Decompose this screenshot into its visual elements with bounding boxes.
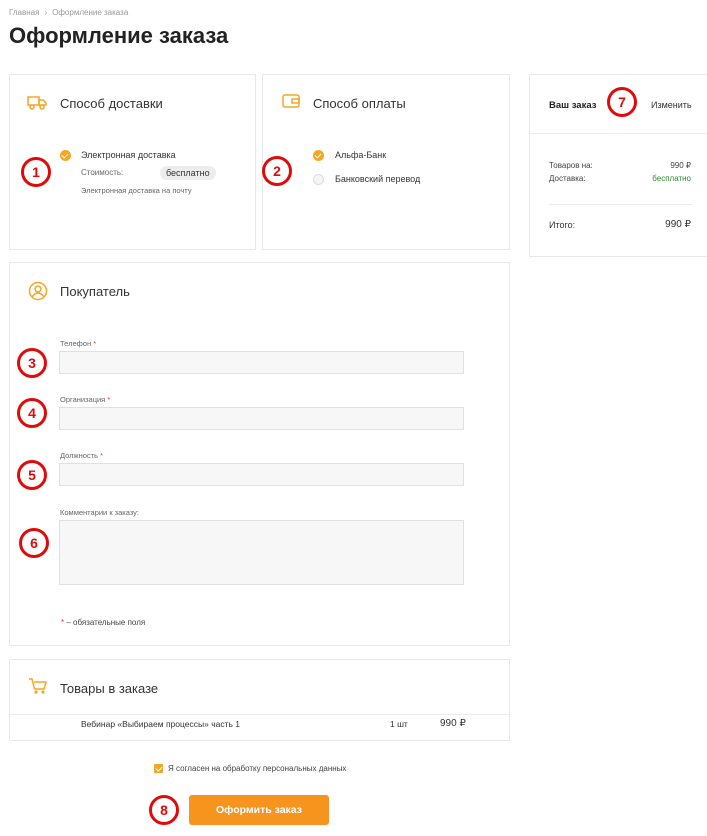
comment-label: Комментарии к заказу: <box>60 508 140 517</box>
position-input[interactable] <box>59 463 464 486</box>
phone-required-star: * <box>93 339 97 348</box>
summary-total-divider <box>549 204 692 205</box>
position-label: Должность * <box>60 451 103 460</box>
organization-label-text: Организация <box>60 395 106 404</box>
required-note: * – обязательные поля <box>61 618 145 627</box>
summary-items-label: Товаров на: <box>549 161 593 170</box>
change-link[interactable]: Изменить <box>651 100 692 110</box>
user-icon <box>28 281 48 306</box>
cart-icon <box>28 677 48 700</box>
annotation-badge-4: 4 <box>17 398 47 428</box>
breadcrumb-current: Оформление заказа <box>52 8 129 17</box>
consent-label[interactable]: Я согласен на обработку персональных дан… <box>168 764 346 773</box>
goods-item-qty: 1 шт <box>390 719 408 729</box>
delivery-cost-badge: бесплатно <box>160 166 216 180</box>
annotation-badge-1: 1 <box>21 157 51 187</box>
summary-total-value: 990 ₽ <box>665 219 691 230</box>
summary-items-value: 990 ₽ <box>670 161 691 170</box>
goods-title: Товары в заказе <box>60 681 159 696</box>
annotation-badge-7: 7 <box>607 87 637 117</box>
comment-textarea[interactable] <box>59 520 464 585</box>
position-required-star: * <box>100 451 103 460</box>
breadcrumb: Главная › Оформление заказа <box>9 8 128 17</box>
delivery-note: Электронная доставка на почту <box>81 186 192 195</box>
breadcrumb-separator: › <box>44 8 48 17</box>
phone-input[interactable] <box>59 351 464 374</box>
position-label-text: Должность <box>60 451 98 460</box>
delivery-cost-label: Стоимость: <box>81 168 124 177</box>
payment-panel: Способ оплаты Альфа-Банк Банковский пере… <box>262 74 510 250</box>
payment-option-bank-label[interactable]: Банковский перевод <box>335 174 420 184</box>
annotation-badge-2: 2 <box>262 156 292 186</box>
annotation-badge-6: 6 <box>19 528 49 558</box>
wallet-icon <box>282 93 300 114</box>
truck-icon <box>27 94 47 115</box>
summary-total-label: Итого: <box>549 220 576 230</box>
delivery-option-radio[interactable] <box>60 150 71 161</box>
breadcrumb-home-link[interactable]: Главная <box>9 8 39 17</box>
goods-item-name: Вебинар «Выбираем процессы» часть 1 <box>81 719 241 729</box>
summary-title: Ваш заказ <box>549 100 597 111</box>
organization-label: Организация * <box>60 395 110 404</box>
organization-input[interactable] <box>59 407 464 430</box>
goods-divider <box>10 714 509 715</box>
consent-checkbox[interactable] <box>154 764 163 773</box>
delivery-title: Способ доставки <box>60 96 163 111</box>
goods-item-price: 990 ₽ <box>440 718 466 729</box>
payment-option-bank-radio[interactable] <box>313 174 324 185</box>
page-title: Оформление заказа <box>9 23 229 48</box>
annotation-badge-3: 3 <box>17 348 47 378</box>
goods-panel: Товары в заказе Вебинар «Выбираем процес… <box>9 659 510 741</box>
delivery-option-label[interactable]: Электронная доставка <box>81 150 176 160</box>
phone-label: Телефон * <box>60 339 96 348</box>
payment-option-alfa-radio[interactable] <box>313 150 324 161</box>
required-note-star: * <box>61 618 65 627</box>
summary-delivery-label: Доставка: <box>549 174 586 183</box>
summary-delivery-value: бесплатно <box>652 174 691 183</box>
summary-divider <box>530 133 707 134</box>
organization-required-star: * <box>107 395 111 404</box>
annotation-badge-5: 5 <box>17 460 47 490</box>
required-note-text: – обязательные поля <box>66 618 146 627</box>
payment-title: Способ оплаты <box>313 96 406 111</box>
submit-order-button[interactable]: Оформить заказ <box>189 795 329 825</box>
payment-option-alfa-label[interactable]: Альфа-Банк <box>335 150 386 160</box>
phone-label-text: Телефон <box>60 339 92 348</box>
buyer-title: Покупатель <box>60 284 130 299</box>
annotation-badge-8: 8 <box>149 795 179 825</box>
